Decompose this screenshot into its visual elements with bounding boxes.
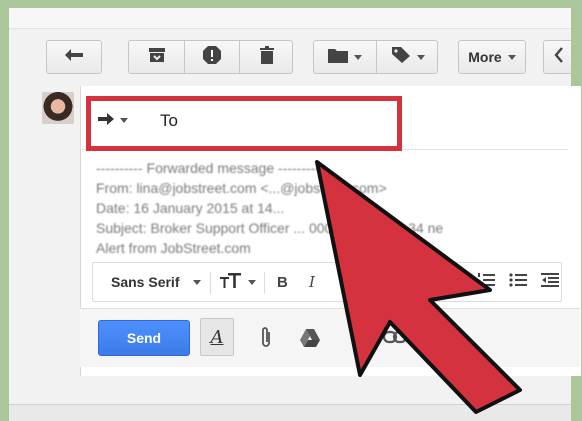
bottom-strip <box>9 404 571 421</box>
text-size-icon <box>220 272 242 293</box>
back-button[interactable] <box>46 40 102 74</box>
formatting-options-button[interactable]: A <box>200 318 234 356</box>
font-family-label: Sans Serif <box>111 274 180 290</box>
divider <box>210 272 211 294</box>
newer-button[interactable] <box>543 40 571 74</box>
attach-button[interactable] <box>259 326 273 355</box>
quoted-line: Date: 16 January 2015 at 14... <box>96 200 285 216</box>
chevron-down-icon <box>417 54 425 60</box>
bulleted-list-icon <box>509 272 527 293</box>
formatting-toolbar: Sans Serif B I <box>92 262 562 302</box>
quoted-line: ---------- Forwarded message ---------- <box>96 160 325 176</box>
font-size-select[interactable] <box>220 263 256 301</box>
link-icon <box>382 330 408 348</box>
send-button[interactable]: Send <box>98 320 190 356</box>
more-button[interactable]: More <box>458 40 526 74</box>
avatar <box>42 92 74 124</box>
drive-icon <box>299 329 321 352</box>
text-format-icon: A <box>210 326 224 348</box>
numbered-list-button[interactable] <box>477 263 495 301</box>
folder-icon <box>328 47 348 68</box>
reply-arrow-icon <box>64 48 84 67</box>
font-family-select[interactable]: Sans Serif <box>111 263 202 301</box>
chevron-down-icon <box>354 54 362 60</box>
insert-drive-button[interactable] <box>299 328 321 353</box>
chevron-down-icon <box>248 279 256 285</box>
tag-icon <box>391 46 411 69</box>
chevron-left-icon <box>554 46 564 68</box>
quoted-line: From: lina@jobstreet.com <...@jobstreet.… <box>96 180 387 196</box>
report-spam-icon <box>202 45 222 70</box>
archive-icon <box>148 47 166 68</box>
italic-icon: I <box>309 273 315 291</box>
delete-button[interactable] <box>240 41 294 73</box>
quoted-line: Subject: Broker Support Officer ... 000 … <box>96 220 444 236</box>
indent-less-button[interactable] <box>541 263 559 301</box>
numbered-list-icon <box>477 272 495 293</box>
message-actions-group <box>128 40 293 74</box>
quoted-forwarded-message: ---------- Forwarded message ---------- … <box>96 158 443 258</box>
top-band <box>9 8 571 29</box>
insert-link-button[interactable] <box>382 330 408 349</box>
move-to-button[interactable] <box>314 41 376 73</box>
organize-group <box>313 40 438 74</box>
to-field-highlight <box>86 96 402 151</box>
archive-button[interactable] <box>129 41 184 73</box>
chevron-down-icon <box>507 54 516 60</box>
bold-icon: B <box>277 273 288 291</box>
indent-less-icon <box>541 272 559 293</box>
paperclip-icon <box>259 327 273 354</box>
more-label: More <box>468 49 502 65</box>
bold-button[interactable]: B <box>277 263 288 301</box>
italic-button[interactable]: I <box>309 263 315 301</box>
chevron-down-icon <box>193 279 202 285</box>
report-spam-button[interactable] <box>185 41 239 73</box>
quoted-line: Alert from JobStreet.com <box>96 240 251 256</box>
bulleted-list-button[interactable] <box>509 263 527 301</box>
trash-icon <box>259 45 275 69</box>
labels-button[interactable] <box>377 41 439 73</box>
divider <box>264 272 265 294</box>
